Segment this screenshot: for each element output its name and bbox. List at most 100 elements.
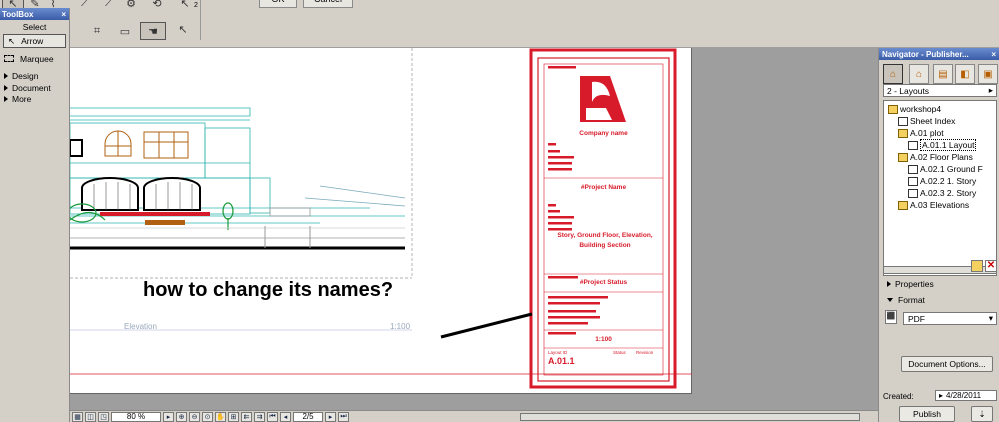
layout-icon [908, 140, 918, 150]
delete-icon[interactable]: ✕ [985, 260, 997, 272]
small-window [70, 139, 83, 157]
annotation-text: how to change its names? [143, 279, 394, 301]
zoom-fit-icon[interactable]: ◫ [85, 411, 96, 422]
expand-icon [4, 95, 8, 102]
first-page-icon[interactable]: ⏮ [267, 411, 278, 422]
organizer-icon[interactable]: ▣ [978, 64, 998, 84]
grid-tool-icon[interactable]: ⌗ [88, 22, 106, 40]
format-value: PDF [908, 313, 925, 324]
group-document[interactable]: Document [0, 82, 69, 93]
previous-zoom-icon[interactable]: ⇇ [241, 411, 252, 422]
project-map-icon[interactable]: ⌂ [883, 64, 903, 84]
chevron-right-icon: ▸ [939, 391, 944, 400]
project-status: #Project Status [579, 279, 628, 286]
tree-item[interactable]: A.01.1 Layout [908, 139, 977, 151]
group-document-label: Document [12, 82, 51, 93]
navigator-set-dropdown[interactable]: 2 - Layouts ▸ [883, 84, 997, 97]
tree-item[interactable]: A.02 Floor Plans [898, 151, 973, 163]
marquee-tool[interactable]: Marquee [0, 52, 69, 65]
view-map-icon[interactable]: ⌂ [909, 64, 929, 84]
folder-icon [888, 104, 898, 114]
format-row[interactable]: Format [887, 294, 925, 306]
zoom-level[interactable]: 80 % [111, 411, 161, 422]
tree-item-label: Sheet Index [910, 116, 956, 126]
tree-item[interactable]: A.02.3 2. Story [908, 187, 976, 199]
chevron-right-icon: ▸ [988, 85, 993, 95]
close-icon[interactable]: × [61, 10, 69, 19]
select-header: Select [22, 21, 47, 32]
folder-icon [898, 152, 908, 162]
folder-icon [898, 200, 908, 210]
tree-item-label: A.01.1 Layout [920, 139, 977, 151]
pdf-icon: ⬛ [885, 310, 897, 324]
arrow-label: Arrow [21, 36, 44, 46]
previous-page-icon[interactable]: ◂ [280, 411, 291, 422]
zoom-dropdown-icon[interactable]: ▸ [163, 411, 174, 422]
marquee-label: Marquee [20, 53, 54, 64]
company-name: Company name [579, 130, 628, 137]
last-page-icon[interactable]: ⏭ [338, 411, 349, 422]
tree-item-label: A.02.1 Ground F [920, 164, 983, 174]
group-design[interactable]: Design [0, 69, 69, 82]
tree-item[interactable]: workshop4 [888, 103, 941, 115]
new-folder-icon[interactable] [971, 260, 983, 272]
fit-in-window-icon[interactable]: ⊞ [228, 411, 239, 422]
rotate-tool-icon[interactable]: ⟲ [148, 0, 166, 12]
tree-item[interactable]: A.01 plot [898, 127, 944, 139]
zoom-actual-icon[interactable]: ⊙ [202, 411, 213, 422]
tree-item-label: A.02.3 2. Story [920, 188, 977, 198]
tree-item[interactable]: A.03 Elevations [898, 199, 969, 211]
page-indicator[interactable]: 2/5 [293, 411, 323, 422]
zoom-out-icon[interactable]: ⊖ [189, 411, 200, 422]
ok-button[interactable]: OK [259, 0, 297, 8]
arched-doors [81, 177, 201, 211]
layout-icon [908, 176, 918, 186]
tree-item-label: A.02 Floor Plans [910, 152, 973, 162]
toolbar-divider [200, 0, 201, 40]
layout-canvas[interactable]: Company name #Project Name Story, Ground… [70, 48, 878, 410]
tree-item[interactable]: Sheet Index [898, 115, 955, 127]
document-options-button[interactable]: Document Options... [901, 356, 993, 372]
hand-tool-icon[interactable]: ☚ [140, 22, 166, 40]
group-more[interactable]: More [0, 93, 69, 104]
line-tool-icon[interactable]: ⟋ [76, 0, 94, 12]
folder-icon [898, 128, 908, 138]
pointer-icon[interactable]: ↖ [174, 20, 192, 38]
zoom-in-icon[interactable]: ⊕ [176, 411, 187, 422]
properties-row[interactable]: Properties [887, 278, 934, 290]
tree-item[interactable]: A.02.2 1. Story [908, 175, 976, 187]
horizontal-scrollbar[interactable] [520, 413, 860, 421]
tree-item[interactable]: A.02.1 Ground F [908, 163, 983, 175]
close-icon[interactable]: × [991, 50, 996, 59]
cancel-button[interactable]: Cancel [303, 0, 353, 8]
pan-icon[interactable]: ✋ [215, 411, 226, 422]
polyline-tool-icon[interactable]: ⟋ [100, 0, 118, 12]
publish-settings-icon[interactable]: ⇣ [971, 406, 993, 422]
navigator-tree[interactable]: workshop4 Sheet Index A.01 plot A.01.1 Layo… [883, 100, 997, 276]
arrow-icon: ↖ [8, 35, 16, 46]
tree-item-label: A.03 Elevations [910, 200, 970, 210]
zoom-window-icon[interactable]: ◳ [98, 411, 109, 422]
format-select[interactable]: PDF ▾ [903, 312, 997, 325]
navigator-title-bar: Navigator - Publisher... × [879, 48, 999, 60]
layer-icon[interactable]: ↖ [176, 0, 194, 12]
elevation-label: Elevation [124, 322, 157, 331]
next-page-icon[interactable]: ▸ [325, 411, 336, 422]
layout-book-icon[interactable]: ▤ [933, 64, 953, 84]
company-logo [580, 76, 626, 122]
expand-icon [4, 72, 8, 79]
toolbox-title-bar: ToolBox × [0, 8, 69, 20]
layout-view-icon[interactable]: ▦ [72, 411, 83, 422]
dropdown-value: 2 - Layouts [887, 85, 930, 96]
publisher-sets-icon[interactable]: ◧ [955, 64, 975, 84]
element-tool-icon[interactable]: ⚙ [122, 0, 140, 12]
bench [145, 220, 185, 225]
publish-button[interactable]: Publish [899, 406, 955, 422]
arrow-tool[interactable]: ↖ Arrow [3, 34, 66, 48]
frame-tool-icon[interactable]: ▭ [116, 22, 134, 40]
layout-id-label: Layout ID [548, 350, 568, 355]
revision-label: Revision [636, 350, 654, 355]
next-zoom-icon[interactable]: ⇉ [254, 411, 265, 422]
annotation-arrow [440, 312, 533, 339]
created-date-field[interactable]: ▸ 4/28/2011 [935, 390, 997, 401]
